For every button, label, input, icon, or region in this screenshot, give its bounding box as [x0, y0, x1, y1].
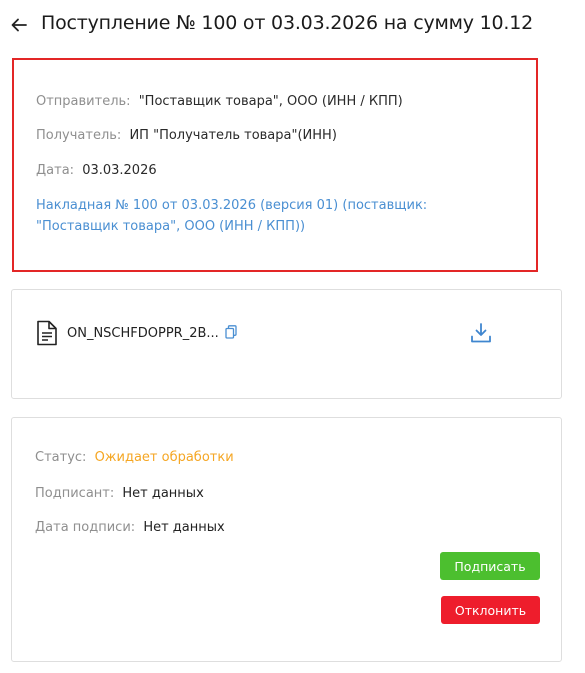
signature-status-card: Статус: Ожидает обработки Подписант: Нет…	[11, 417, 562, 662]
status-row: Статус: Ожидает обработки	[35, 450, 234, 465]
sign-button[interactable]: Подписать	[440, 552, 540, 580]
page-header: Поступление № 100 от 03.03.2026 на сумму…	[0, 0, 585, 52]
sender-value: "Поставщик товара", ООО (ИНН / КПП)	[138, 94, 403, 109]
sender-label: Отправитель:	[36, 94, 131, 109]
date-row: Дата: 03.03.2026	[36, 163, 157, 178]
date-label: Дата:	[36, 163, 75, 178]
sign-date-label: Дата подписи:	[35, 520, 136, 535]
invoice-link[interactable]: Накладная № 100 от 03.03.2026 (версия 01…	[36, 195, 506, 237]
download-icon[interactable]	[469, 321, 493, 345]
signer-label: Подписант:	[35, 486, 115, 501]
sign-date-value: Нет данных	[143, 520, 225, 535]
file-card: ON_NSCHFDOPPR_2B...	[11, 289, 562, 399]
reject-button[interactable]: Отклонить	[441, 596, 540, 624]
date-value: 03.03.2026	[82, 163, 157, 178]
sender-row: Отправитель: "Поставщик товара", ООО (ИН…	[36, 94, 403, 109]
arrow-left-icon[interactable]	[8, 14, 30, 36]
file-name: ON_NSCHFDOPPR_2B...	[67, 326, 219, 341]
signer-row: Подписант: Нет данных	[35, 486, 204, 501]
document-info-card: Отправитель: "Поставщик товара", ООО (ИН…	[12, 58, 538, 272]
receiver-row: Получатель: ИП "Получатель товара"(ИНН)	[36, 128, 337, 143]
status-label: Статус:	[35, 450, 87, 465]
receiver-value: ИП "Получатель товара"(ИНН)	[129, 128, 337, 143]
receiver-label: Получатель:	[36, 128, 122, 143]
sign-date-row: Дата подписи: Нет данных	[35, 520, 225, 535]
copy-icon[interactable]	[225, 325, 237, 339]
signer-value: Нет данных	[122, 486, 204, 501]
status-badge: Ожидает обработки	[94, 450, 234, 465]
document-icon	[37, 320, 57, 346]
page-title: Поступление № 100 от 03.03.2026 на сумму…	[41, 12, 534, 34]
